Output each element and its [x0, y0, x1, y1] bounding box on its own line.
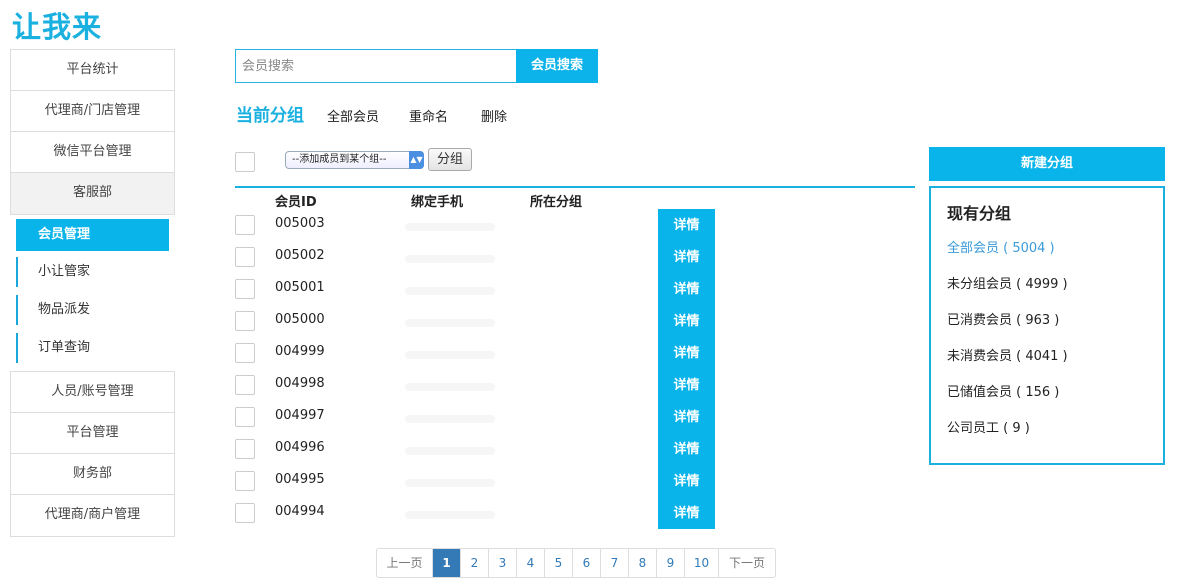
page-button-1[interactable]: 1 — [433, 549, 461, 577]
column-header-group: 所在分组 — [530, 195, 583, 210]
sidebar-top-menu: 平台统计 代理商/门店管理 微信平台管理 客服部 — [10, 49, 175, 215]
column-header-phone: 绑定手机 — [411, 195, 464, 210]
row-checkbox[interactable] — [235, 471, 255, 491]
blurred-phone — [405, 255, 495, 263]
prev-page-button[interactable]: 上一页 — [377, 549, 433, 577]
row-checkbox[interactable] — [235, 311, 255, 331]
column-header-member-id: 会员ID — [275, 195, 317, 210]
blurred-phone — [405, 447, 495, 455]
group-item-stored-value[interactable]: 已储值会员 ( 156 ) — [947, 381, 1059, 400]
sidebar-subitem-member-management[interactable]: 会员管理 — [16, 219, 169, 251]
select-all-checkbox[interactable] — [235, 152, 255, 172]
sidebar-bottom-menu: 人员/账号管理 平台管理 财务部 代理商/商户管理 — [10, 371, 175, 537]
page-button-3[interactable]: 3 — [489, 549, 517, 577]
member-search-input[interactable] — [235, 49, 517, 83]
blurred-phone — [405, 287, 495, 295]
member-id: 005002 — [275, 248, 325, 263]
rename-link[interactable]: 重命名 — [409, 106, 448, 125]
sidebar-item-customer-service[interactable]: 客服部 — [11, 173, 174, 214]
member-search-button[interactable]: 会员搜索 — [516, 49, 598, 83]
sidebar-item-staff-accounts[interactable]: 人员/账号管理 — [11, 372, 174, 413]
page-button-4[interactable]: 4 — [517, 549, 545, 577]
add-to-group-select[interactable]: --添加成员到某个组-- ▲▼ — [285, 151, 424, 169]
member-id: 004998 — [275, 376, 325, 391]
sidebar-item-platform-management[interactable]: 平台管理 — [11, 413, 174, 454]
blurred-phone — [405, 383, 495, 391]
select-arrows-icon: ▲▼ — [409, 151, 424, 169]
next-page-button[interactable]: 下一页 — [719, 549, 775, 577]
group-item-all-members[interactable]: 全部会员 ( 5004 ) — [947, 237, 1055, 256]
new-group-button[interactable]: 新建分组 — [929, 147, 1165, 181]
member-id: 004999 — [275, 344, 325, 359]
group-item-ungrouped[interactable]: 未分组会员 ( 4999 ) — [947, 273, 1068, 292]
detail-button[interactable]: 详情 — [658, 498, 715, 530]
sidebar-item-platform-stats[interactable]: 平台统计 — [11, 50, 174, 91]
sidebar-item-wechat[interactable]: 微信平台管理 — [11, 132, 174, 173]
member-id: 005001 — [275, 280, 325, 295]
row-checkbox[interactable] — [235, 343, 255, 363]
blurred-phone — [405, 415, 495, 423]
assign-group-button[interactable]: 分组 — [428, 148, 472, 171]
detail-button[interactable]: 详情 — [658, 210, 715, 242]
group-item-staff[interactable]: 公司员工 ( 9 ) — [947, 417, 1030, 436]
page-button-5[interactable]: 5 — [545, 549, 573, 577]
current-group-title: 当前分组 — [236, 106, 304, 126]
detail-button[interactable]: 详情 — [658, 242, 715, 274]
detail-button[interactable]: 详情 — [658, 306, 715, 338]
pagination: 上一页 1 2 3 4 5 6 7 8 9 10 下一页 — [376, 548, 776, 578]
member-id: 005000 — [275, 312, 325, 327]
existing-groups-panel: 现有分组 全部会员 ( 5004 ) 未分组会员 ( 4999 ) 已消费会员 … — [929, 186, 1165, 465]
group-item-not-consumed[interactable]: 未消费会员 ( 4041 ) — [947, 345, 1068, 364]
detail-button[interactable]: 详情 — [658, 370, 715, 402]
blurred-phone — [405, 351, 495, 359]
member-id: 004995 — [275, 472, 325, 487]
row-checkbox[interactable] — [235, 215, 255, 235]
row-checkbox[interactable] — [235, 279, 255, 299]
blurred-phone — [405, 319, 495, 327]
row-checkbox[interactable] — [235, 503, 255, 523]
sidebar-item-agent-store[interactable]: 代理商/门店管理 — [11, 91, 174, 132]
member-id: 004997 — [275, 408, 325, 423]
sidebar-subitem-butler[interactable]: 小让管家 — [16, 257, 169, 287]
add-to-group-select-value: --添加成员到某个组-- — [292, 154, 387, 165]
group-item-consumed[interactable]: 已消费会员 ( 963 ) — [947, 309, 1059, 328]
table-header-divider — [235, 186, 915, 188]
blurred-phone — [405, 511, 495, 519]
sidebar-subitem-item-dispatch[interactable]: 物品派发 — [16, 295, 169, 325]
blurred-phone — [405, 223, 495, 231]
detail-button[interactable]: 详情 — [658, 466, 715, 498]
page-button-10[interactable]: 10 — [685, 549, 719, 577]
sidebar-subitem-order-query[interactable]: 订单查询 — [16, 333, 169, 363]
detail-button[interactable]: 详情 — [658, 274, 715, 306]
app-logo: 让我来 — [12, 10, 103, 44]
page-button-7[interactable]: 7 — [601, 549, 629, 577]
row-checkbox[interactable] — [235, 407, 255, 427]
sidebar-item-agent-merchant[interactable]: 代理商/商户管理 — [11, 495, 174, 536]
page-button-9[interactable]: 9 — [657, 549, 685, 577]
detail-button[interactable]: 详情 — [658, 402, 715, 434]
member-id: 005003 — [275, 216, 325, 231]
existing-groups-title: 现有分组 — [947, 204, 1012, 223]
detail-button[interactable]: 详情 — [658, 434, 715, 466]
row-checkbox[interactable] — [235, 247, 255, 267]
detail-button[interactable]: 详情 — [658, 338, 715, 370]
row-checkbox[interactable] — [235, 439, 255, 459]
row-checkbox[interactable] — [235, 375, 255, 395]
page-button-2[interactable]: 2 — [461, 549, 489, 577]
page-button-8[interactable]: 8 — [629, 549, 657, 577]
page-button-6[interactable]: 6 — [573, 549, 601, 577]
delete-link[interactable]: 删除 — [481, 106, 507, 125]
member-id: 004996 — [275, 440, 325, 455]
member-id: 004994 — [275, 504, 325, 519]
sidebar-item-finance[interactable]: 财务部 — [11, 454, 174, 495]
all-members-link[interactable]: 全部会员 — [327, 106, 379, 125]
blurred-phone — [405, 479, 495, 487]
